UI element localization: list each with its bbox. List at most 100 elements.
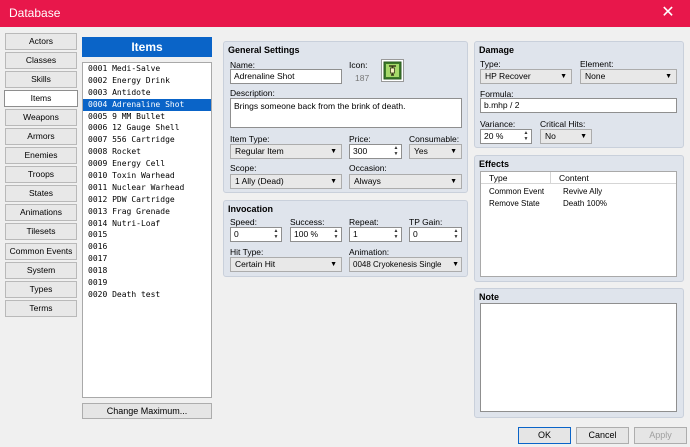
spin-arrows-icon[interactable]: ▲ ▼ <box>452 228 460 240</box>
chevron-down-icon: ▼ <box>580 133 587 140</box>
animation-select[interactable]: 0048 Cryokenesis Single ▼ <box>349 257 462 272</box>
damage-type-select[interactable]: HP Recover ▼ <box>480 69 572 84</box>
chevron-down-icon: ▼ <box>450 148 457 155</box>
scope-select[interactable]: 1 Ally (Dead) ▼ <box>230 174 342 189</box>
list-item[interactable]: 0005 9 MM Bullet <box>83 111 211 123</box>
critical-hits-select[interactable]: No ▼ <box>540 129 592 144</box>
list-item[interactable]: 0015 <box>83 229 211 241</box>
general-settings-title: General Settings <box>228 45 300 55</box>
category-system[interactable]: System <box>5 262 77 279</box>
occasion-select[interactable]: Always ▼ <box>349 174 462 189</box>
category-types[interactable]: Types <box>5 281 77 298</box>
critical-hits-value: No <box>545 131 556 141</box>
name-input[interactable]: Adrenaline Shot <box>230 69 342 84</box>
chevron-down-icon: ▼ <box>452 261 459 268</box>
chevron-down-icon: ▼ <box>330 148 337 155</box>
apply-button[interactable]: Apply <box>634 427 687 444</box>
formula-input[interactable]: b.mhp / 2 <box>480 98 677 113</box>
list-item[interactable]: 0004 Adrenaline Shot <box>83 98 211 111</box>
category-troops[interactable]: Troops <box>5 166 77 183</box>
table-row[interactable]: Remove State Death 100% <box>481 198 676 210</box>
category-classes[interactable]: Classes <box>5 52 77 69</box>
chevron-down-icon: ▼ <box>560 73 567 80</box>
effects-table[interactable]: Type Content Common Event Revive Ally Remo… <box>480 171 677 277</box>
list-item[interactable]: 0011 Nuclear Warhead <box>83 182 211 194</box>
list-item[interactable]: 0001 Medi-Salve <box>83 63 211 75</box>
repeat-stepper[interactable]: 1 ▲ ▼ <box>349 227 402 242</box>
list-item[interactable]: 0017 <box>83 253 211 265</box>
list-item[interactable]: 0018 <box>83 265 211 277</box>
icon-picker[interactable] <box>381 59 404 82</box>
variance-stepper[interactable]: 20 % ▲ ▼ <box>480 129 532 144</box>
hit-type-select[interactable]: Certain Hit ▼ <box>230 257 342 272</box>
chevron-down-icon: ▼ <box>330 261 337 268</box>
list-item[interactable]: 0008 Rocket <box>83 146 211 158</box>
list-item[interactable]: 0010 Toxin Warhead <box>83 170 211 182</box>
chevron-down-icon: ▼ <box>450 178 457 185</box>
cancel-button[interactable]: Cancel <box>576 427 629 444</box>
icon-index: 187 <box>355 73 370 83</box>
change-maximum-button[interactable]: Change Maximum... <box>82 403 212 419</box>
damage-title: Damage <box>479 45 515 55</box>
category-terms[interactable]: Terms <box>5 300 77 317</box>
effects-col-type[interactable]: Type <box>481 172 551 184</box>
chevron-down-icon: ▼ <box>665 73 672 80</box>
category-skills[interactable]: Skills <box>5 71 77 88</box>
price-label: Price: <box>349 134 371 144</box>
price-value: 300 <box>353 146 368 156</box>
hit-type-label: Hit Type: <box>230 247 264 257</box>
price-stepper[interactable]: 300 ▲ ▼ <box>349 144 402 159</box>
tp-gain-stepper[interactable]: 0 ▲ ▼ <box>409 227 462 242</box>
variance-label: Variance: <box>480 119 516 129</box>
spin-arrows-icon[interactable]: ▲ ▼ <box>392 228 400 240</box>
category-enemies[interactable]: Enemies <box>5 147 77 164</box>
spin-arrows-icon[interactable]: ▲ ▼ <box>392 145 400 157</box>
category-states[interactable]: States <box>5 185 77 202</box>
description-input[interactable]: Brings someone back from the brink of de… <box>230 98 462 128</box>
list-item[interactable]: 0006 12 Gauge Shell <box>83 122 211 134</box>
spin-arrows-icon[interactable]: ▲ ▼ <box>522 130 530 142</box>
category-armors[interactable]: Armors <box>5 128 77 145</box>
ok-button[interactable]: OK <box>518 427 571 444</box>
list-item[interactable]: 0019 <box>83 277 211 289</box>
animation-value: 0048 Cryokenesis Single <box>353 260 442 269</box>
list-item[interactable]: 0016 <box>83 241 211 253</box>
list-item[interactable]: 0014 Nutri-Loaf <box>83 218 211 230</box>
list-item[interactable]: 0012 PDW Cartridge <box>83 194 211 206</box>
spin-arrows-icon[interactable]: ▲ ▼ <box>272 228 280 240</box>
category-common-events[interactable]: Common Events <box>5 243 77 260</box>
damage-type-label: Type: <box>480 59 501 69</box>
invocation-title: Invocation <box>228 204 274 214</box>
description-label: Description: <box>230 88 275 98</box>
items-panel-header: Items <box>82 37 212 57</box>
list-item[interactable]: 0007 556 Cartridge <box>83 134 211 146</box>
scope-label: Scope: <box>230 163 257 173</box>
success-stepper[interactable]: 100 % ▲ ▼ <box>290 227 342 242</box>
tp-gain-value: 0 <box>413 229 418 239</box>
list-item[interactable]: 0020 Death test <box>83 289 211 301</box>
category-tilesets[interactable]: Tilesets <box>5 223 77 240</box>
effects-title: Effects <box>479 159 510 169</box>
category-weapons[interactable]: Weapons <box>5 109 77 126</box>
element-select[interactable]: None ▼ <box>580 69 677 84</box>
effects-col-content[interactable]: Content <box>551 172 676 184</box>
category-items[interactable]: Items <box>4 90 78 107</box>
category-animations[interactable]: Animations <box>5 204 77 221</box>
consumable-value: Yes <box>414 146 428 156</box>
category-actors[interactable]: Actors <box>5 33 77 50</box>
consumable-select[interactable]: Yes ▼ <box>409 144 462 159</box>
list-item[interactable]: 0003 Antidote <box>83 87 211 99</box>
item-type-select[interactable]: Regular Item ▼ <box>230 144 342 159</box>
list-item[interactable]: 0009 Energy Cell <box>83 158 211 170</box>
list-item[interactable]: 0013 Frag Grenade <box>83 206 211 218</box>
note-input[interactable] <box>480 303 677 412</box>
item-list[interactable]: 0001 Medi-Salve 0002 Energy Drink 0003 Ant… <box>82 62 212 398</box>
spin-arrows-icon[interactable]: ▲ ▼ <box>332 228 340 240</box>
element-value: None <box>585 71 606 81</box>
success-value: 100 % <box>294 229 319 239</box>
speed-stepper[interactable]: 0 ▲ ▼ <box>230 227 282 242</box>
close-button[interactable]: ✕ <box>646 0 690 27</box>
effect-type: Common Event <box>489 187 545 196</box>
table-row[interactable]: Common Event Revive Ally <box>481 186 676 198</box>
list-item[interactable]: 0002 Energy Drink <box>83 75 211 87</box>
